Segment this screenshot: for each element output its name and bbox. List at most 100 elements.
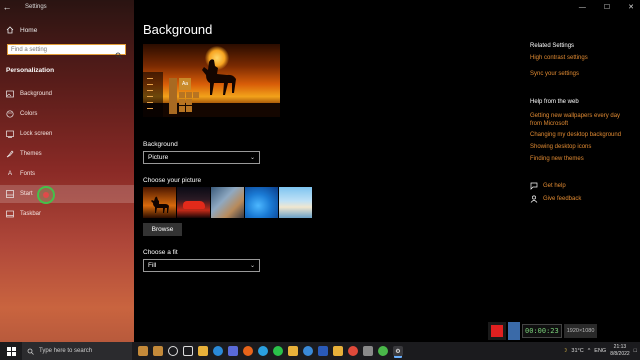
desktop-icons-link[interactable]: Showing desktop icons <box>530 144 591 150</box>
folder-icon[interactable] <box>333 346 343 356</box>
sidebar-item-background[interactable]: Background <box>0 85 134 103</box>
high-contrast-link[interactable]: High contrast settings <box>530 55 588 61</box>
sidebar-item-colors[interactable]: Colors <box>0 105 134 123</box>
task-view-icon[interactable] <box>183 346 193 356</box>
firefox-icon[interactable] <box>243 346 253 356</box>
settings-gear-icon[interactable]: ⚙ <box>393 346 403 356</box>
edge-icon[interactable] <box>213 346 223 356</box>
picture-thumb-red-car[interactable] <box>177 187 210 218</box>
choose-fit-label: Choose a fit <box>143 249 178 256</box>
cortana-icon[interactable] <box>168 346 178 356</box>
notifications-icon[interactable]: □ <box>634 348 637 354</box>
back-arrow-icon[interactable]: ← <box>0 2 14 12</box>
background-dropdown-value: Picture <box>148 154 169 161</box>
taskbar: Type here to search ⚙ ☽ 31°C ^ ENG 21:13… <box>0 342 640 360</box>
image-icon <box>6 90 14 98</box>
sidebar-item-lock-screen[interactable]: Lock screen <box>0 125 134 143</box>
fit-dropdown-value: Fill <box>148 262 157 269</box>
help-from-web-heading: Help from the web <box>530 99 579 105</box>
close-button[interactable]: ✕ <box>628 3 634 11</box>
wallpapers-link[interactable]: Getting new wallpapers every day <box>530 113 620 119</box>
file-explorer-icon[interactable] <box>198 346 208 356</box>
palette-icon <box>6 110 14 118</box>
preview-start-menu <box>143 72 163 117</box>
sidebar-item-label: Start <box>20 191 33 197</box>
desktop-preview: Aa <box>143 44 280 117</box>
whatsapp-icon[interactable] <box>273 346 283 356</box>
clock-time: 21:13 <box>613 344 627 350</box>
sidebar-item-label: Fonts <box>20 171 36 177</box>
start-button[interactable] <box>0 342 22 360</box>
brush-icon <box>6 150 14 158</box>
sidebar-item-taskbar[interactable]: Taskbar <box>0 205 134 223</box>
system-tray: ☽ 31°C ^ ENG 21:13 8/8/2022 □ <box>562 342 640 360</box>
browse-button[interactable]: Browse <box>143 223 182 236</box>
page-title: Background <box>143 22 213 37</box>
wallpapers-link-cont[interactable]: from Microsoft <box>530 121 568 127</box>
background-dropdown[interactable]: Picture ⌄ <box>143 151 260 164</box>
word-icon[interactable] <box>318 346 328 356</box>
change-background-link[interactable]: Changing my desktop background <box>530 132 621 138</box>
titlebar-left: ← Settings <box>0 0 134 14</box>
app-icon[interactable] <box>303 346 313 356</box>
picture-thumb-beach[interactable] <box>279 187 312 218</box>
preview-tiles: Aa <box>169 78 205 114</box>
search-icon <box>27 348 34 355</box>
give-feedback-label: Give feedback <box>543 196 582 202</box>
windows-logo-icon <box>6 346 16 356</box>
start-icon <box>6 190 14 198</box>
chevron-down-icon: ⌄ <box>249 155 255 161</box>
stop-recording-button[interactable] <box>488 322 506 340</box>
font-icon: A <box>7 171 12 177</box>
home-label: Home <box>20 26 38 34</box>
picture-thumb-blue-windows[interactable] <box>245 187 278 218</box>
feedback-icon <box>530 195 538 203</box>
choose-picture-label: Choose your picture <box>143 177 202 184</box>
chrome-icon[interactable] <box>378 346 388 356</box>
preview-ground <box>143 103 280 117</box>
new-themes-link[interactable]: Finding new themes <box>530 156 584 162</box>
weather-temp[interactable]: 31°C <box>571 348 583 354</box>
give-feedback-link[interactable]: Give feedback <box>530 195 581 203</box>
settings-sidebar: ← Settings Home Find a setting Personali… <box>0 0 134 342</box>
taskbar-search-box[interactable]: Type here to search <box>22 342 132 360</box>
personalization-heading: Personalization <box>6 67 55 74</box>
sidebar-item-fonts[interactable]: A Fonts <box>0 165 134 183</box>
picture-thumb-fantasy-art[interactable] <box>211 187 244 218</box>
clock[interactable]: 21:13 8/8/2022 <box>610 344 629 358</box>
fit-dropdown[interactable]: Fill ⌄ <box>143 259 260 272</box>
telegram-icon[interactable] <box>258 346 268 356</box>
recording-timer: 00:00:23 <box>522 324 562 338</box>
pinned-app-icon[interactable] <box>138 346 148 356</box>
sidebar-item-label: Lock screen <box>20 131 53 137</box>
clock-date: 8/8/2022 <box>610 351 630 357</box>
language-indicator[interactable]: ENG <box>594 348 606 354</box>
tray-chevron-icon[interactable]: ^ <box>588 348 591 354</box>
sidebar-item-label: Colors <box>20 111 38 117</box>
webcam-button[interactable] <box>508 322 520 340</box>
weather-icon[interactable]: ☽ <box>562 348 567 354</box>
window-controls: — ☐ ✕ <box>579 0 634 14</box>
sync-settings-link[interactable]: Sync your settings <box>530 71 579 77</box>
sidebar-item-themes[interactable]: Themes <box>0 145 134 163</box>
related-settings-heading: Related Settings <box>530 43 575 49</box>
pinned-app-icon[interactable] <box>153 346 163 356</box>
sidebar-item-start[interactable]: Start <box>0 185 134 203</box>
home-link[interactable]: Home <box>6 26 37 34</box>
recorder-app-icon[interactable] <box>348 346 358 356</box>
search-icon[interactable] <box>115 46 122 59</box>
maximize-button[interactable]: ☐ <box>604 3 610 11</box>
get-help-label: Get help <box>543 183 566 189</box>
picture-thumb-horse-sunset[interactable] <box>143 187 176 218</box>
sidebar-item-label: Background <box>20 91 53 97</box>
store-icon[interactable] <box>228 346 238 356</box>
app-icon[interactable] <box>363 346 373 356</box>
find-setting-input[interactable]: Find a setting <box>7 44 126 59</box>
get-help-link[interactable]: Get help <box>530 182 566 190</box>
sidebar-item-label: Themes <box>20 151 42 157</box>
window-title: Settings <box>25 4 47 10</box>
lock-screen-icon <box>6 130 14 138</box>
recording-resolution: 1920×1080 <box>563 324 598 338</box>
folder-icon[interactable] <box>288 346 298 356</box>
minimize-button[interactable]: — <box>579 4 586 11</box>
